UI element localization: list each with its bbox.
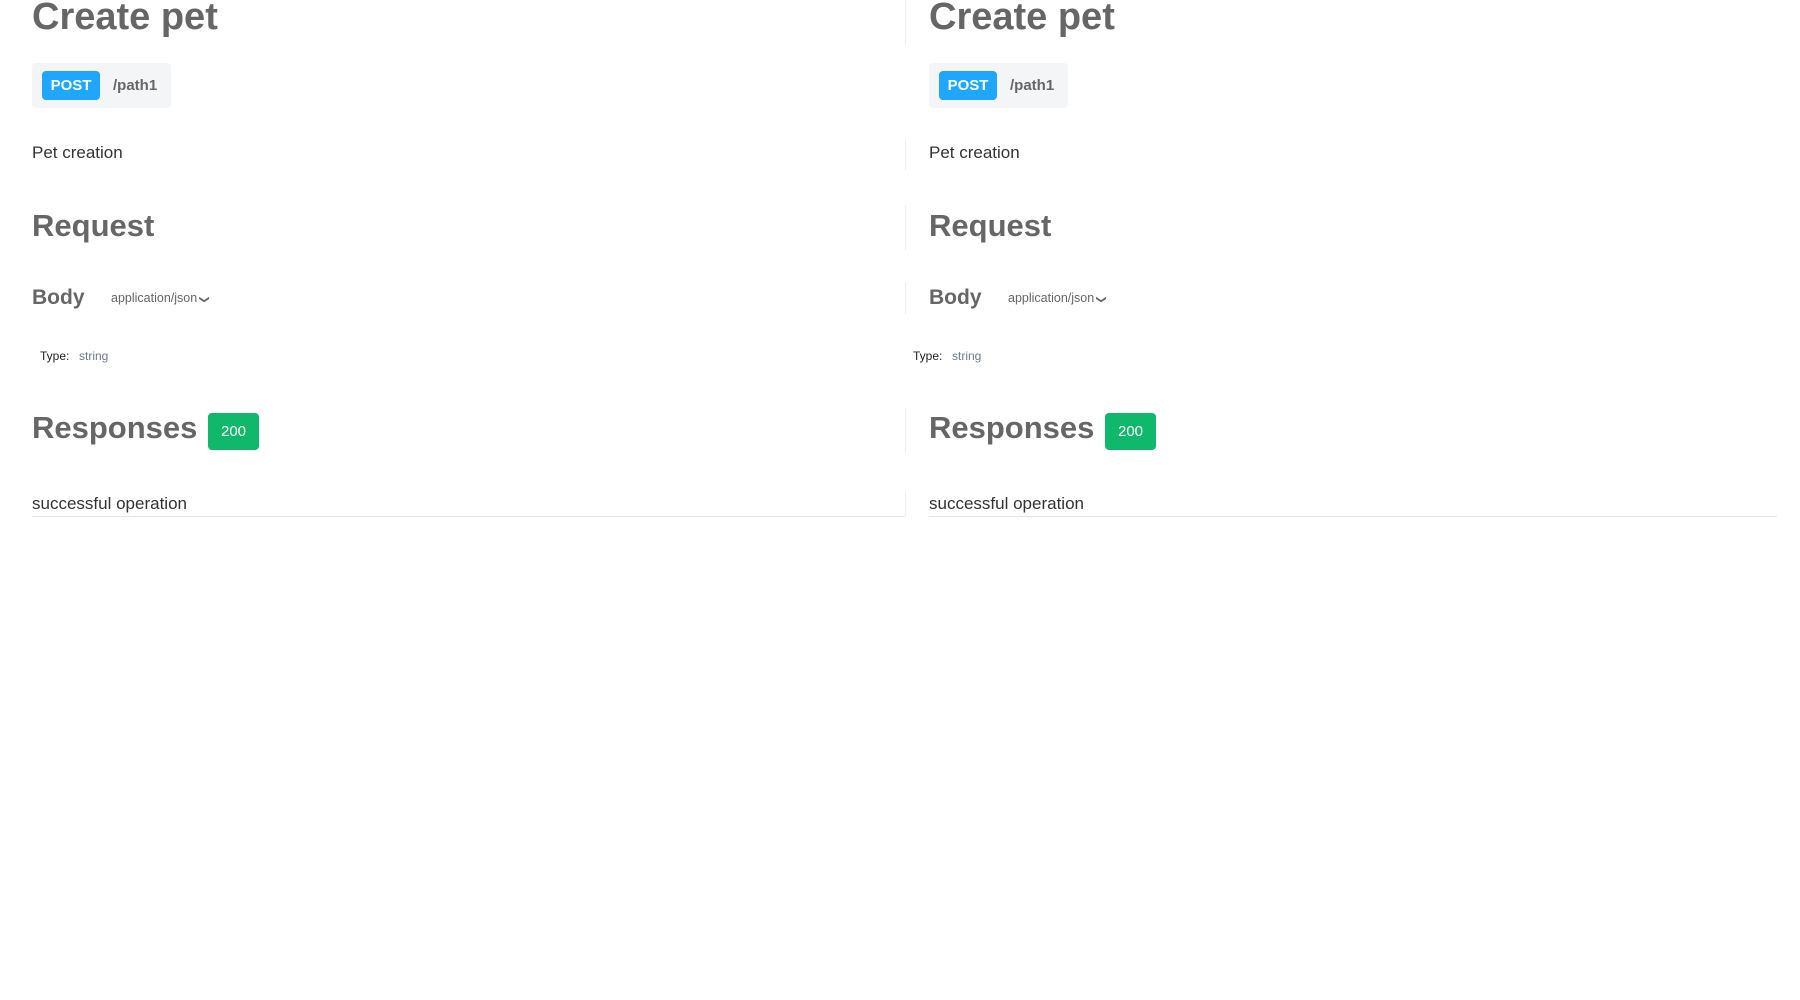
responses-heading: Responses: [32, 410, 198, 445]
divider: [905, 205, 906, 250]
endpoint-box: POST /path1: [32, 63, 171, 108]
divider: [929, 516, 1777, 517]
type-label: Type:: [40, 349, 70, 363]
content-type-value: application/json: [1008, 291, 1095, 305]
endpoint-box: POST /path1: [929, 63, 1068, 108]
page-title: Create pet: [32, 0, 218, 38]
operation-panel-left: Create pet POST /path1 Pet creation Requ…: [32, 0, 905, 520]
method-badge: POST: [42, 71, 100, 100]
operation-description: Pet creation: [929, 143, 1020, 162]
operation-description: Pet creation: [32, 143, 123, 162]
chevron-down-icon: ❯: [1095, 295, 1107, 304]
endpoint-path: /path1: [1010, 77, 1055, 94]
type-label: Type:: [913, 349, 943, 363]
responses-heading: Responses: [929, 410, 1095, 445]
divider: [905, 492, 906, 516]
body-label: Body: [929, 286, 982, 309]
content-type-select[interactable]: application/json ❯: [1008, 291, 1107, 305]
type-value: string: [79, 349, 109, 363]
content-type-select[interactable]: application/json ❯: [111, 291, 210, 305]
status-code-tab[interactable]: 200: [1105, 413, 1156, 450]
request-heading: Request: [929, 208, 1052, 243]
response-description: successful operation: [929, 494, 1084, 513]
content-type-value: application/json: [111, 291, 198, 305]
request-heading: Request: [32, 208, 155, 243]
response-description: successful operation: [32, 494, 187, 513]
divider: [905, 0, 906, 45]
endpoint-path: /path1: [113, 77, 158, 94]
method-badge: POST: [939, 71, 997, 100]
divider: [905, 408, 906, 453]
chevron-down-icon: ❯: [198, 295, 210, 304]
status-code-tab[interactable]: 200: [208, 413, 259, 450]
divider: [905, 140, 906, 170]
type-value: string: [952, 349, 982, 363]
divider: [905, 282, 906, 314]
page-title: Create pet: [929, 0, 1115, 38]
divider: [32, 516, 905, 517]
operation-panel-right: Create pet POST /path1 Pet creation Requ…: [913, 0, 1777, 520]
body-label: Body: [32, 286, 85, 309]
